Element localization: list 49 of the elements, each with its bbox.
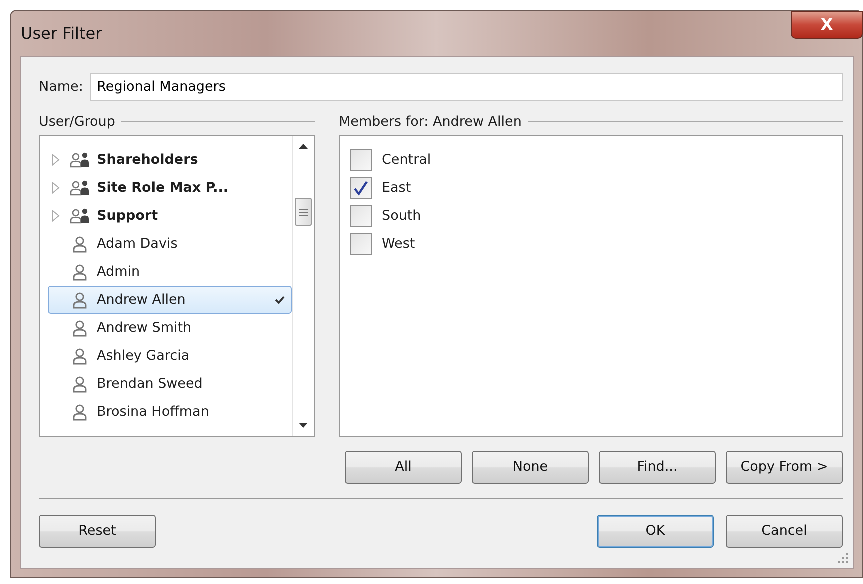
tree-item[interactable]: Andrew Smith [48, 314, 292, 342]
name-field[interactable]: Regional Managers [90, 73, 843, 101]
scroll-up-icon[interactable] [299, 144, 308, 150]
tree-item[interactable]: Andrew Allen [48, 286, 292, 314]
tree-item[interactable]: Shareholders [48, 146, 292, 174]
checkbox-label: Central [382, 151, 432, 170]
action-button[interactable]: Find... [599, 450, 716, 484]
user-icon [72, 348, 88, 365]
tree-item[interactable]: Site Role Max P... [48, 174, 292, 202]
dialog-button[interactable]: Cancel [726, 514, 843, 548]
window-title: User Filter [21, 22, 102, 44]
tree-item[interactable]: Support [48, 202, 292, 230]
section-label: User/Group [39, 112, 116, 132]
user-icon [72, 404, 88, 421]
tree-item[interactable]: Brosina Hoffman [48, 398, 292, 426]
scrollbar[interactable] [292, 136, 314, 436]
user-icon [72, 236, 88, 253]
action-button[interactable]: All [345, 450, 462, 484]
name-label: Name: [39, 78, 84, 97]
action-button[interactable]: None [472, 450, 589, 484]
checkbox-label: South [382, 207, 422, 226]
tree-item[interactable]: Ashley Garcia [48, 342, 292, 370]
scroll-down-icon[interactable] [299, 423, 308, 428]
dialog-button[interactable]: OK [597, 514, 714, 548]
user-group-icon [70, 208, 90, 224]
user-icon [72, 376, 88, 393]
tree-item[interactable]: Brendan Sweed [48, 370, 292, 398]
close-button[interactable]: X [791, 10, 863, 38]
checkbox[interactable] [350, 149, 372, 172]
user-group-icon [70, 180, 90, 196]
section-label: Members for: Andrew Allen [339, 112, 522, 132]
action-button[interactable]: Copy From > [726, 450, 843, 484]
tree-item[interactable]: Admin [48, 258, 292, 286]
checkbox[interactable] [350, 233, 372, 256]
tree-item[interactable]: Adam Davis [48, 230, 292, 258]
expand-icon [52, 154, 60, 166]
expand-icon [52, 210, 60, 222]
user-icon [72, 320, 88, 337]
user-icon [72, 292, 88, 309]
scroll-thumb[interactable] [295, 198, 312, 226]
resize-grip-icon[interactable] [838, 553, 848, 563]
checkbox[interactable] [350, 205, 372, 228]
user-icon [72, 264, 88, 281]
expand-icon [52, 182, 60, 194]
checkbox-label: West [382, 235, 416, 254]
checkbox-label: East [382, 179, 412, 198]
checkbox[interactable] [350, 177, 372, 200]
user-group-icon [70, 152, 90, 168]
reset-button[interactable]: Reset [39, 514, 156, 548]
